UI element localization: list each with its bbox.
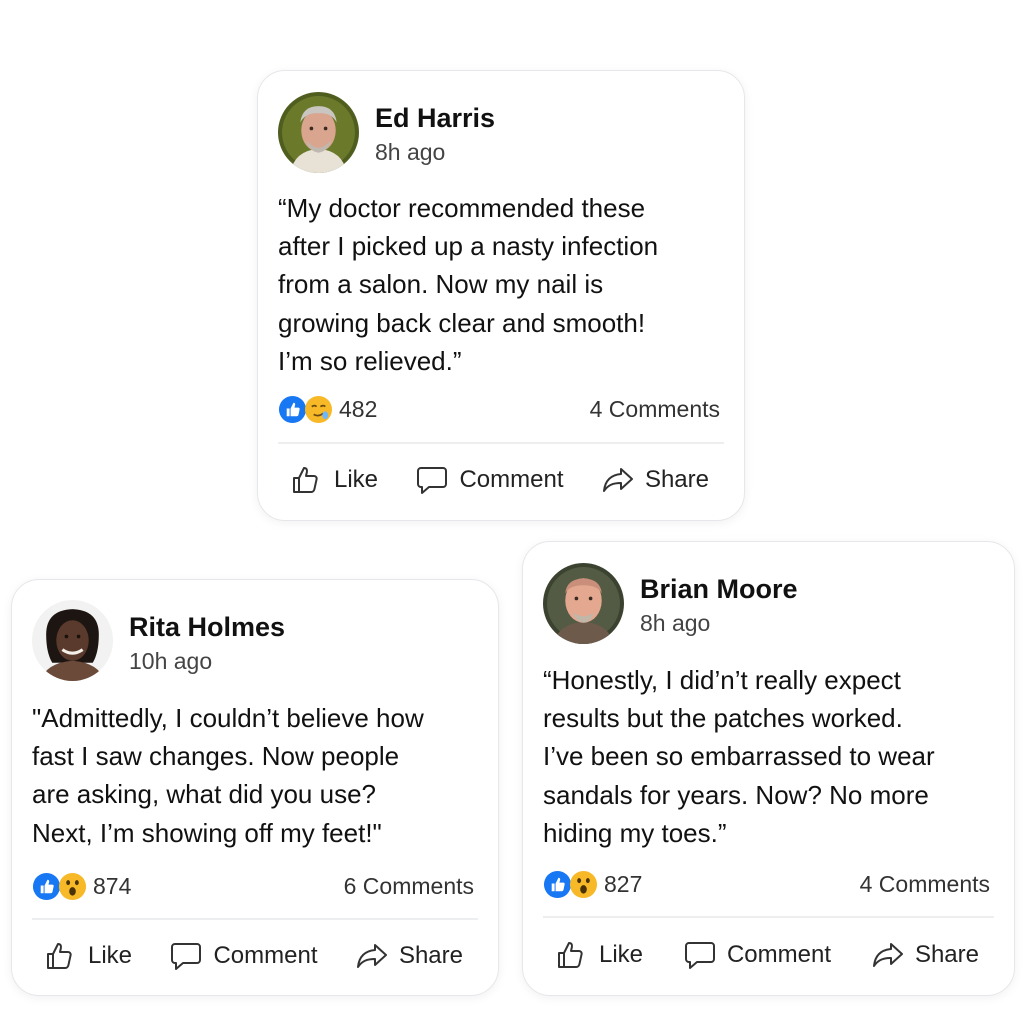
like-icon [278, 395, 307, 424]
comment-bubble-icon [415, 464, 449, 496]
wow-icon [58, 872, 87, 901]
post-card-rita-holmes: Rita Holmes 10h ago "Admittedly, I could… [11, 579, 499, 996]
post-text-line: are asking, what did you use? [32, 779, 376, 810]
comments-count[interactable]: 4 Comments [860, 871, 990, 898]
like-icon [543, 870, 572, 899]
avatar[interactable] [278, 92, 359, 173]
post-text-line: results but the patches worked. [543, 703, 903, 734]
post-text-line: “My doctor recommended these [278, 193, 646, 223]
divider [32, 918, 478, 920]
post-text-line: growing back clear and smooth! [278, 307, 646, 338]
like-button[interactable]: Like [290, 464, 378, 496]
like-label: Like [88, 942, 133, 969]
post-text: “My doctor recommended these after I pic… [278, 189, 658, 380]
post-timestamp: 8h ago [375, 139, 446, 165]
divider [543, 916, 994, 918]
post-text: "Admittedly, I couldn’t believe how fast… [32, 699, 424, 852]
comment-label: Comment [459, 466, 564, 493]
post-card-ed-harris: Ed Harris 8h ago “My doctor recommended … [257, 70, 745, 521]
comment-button[interactable]: Comment [683, 939, 831, 971]
reaction-summary[interactable]: 827 [543, 869, 642, 899]
like-label: Like [599, 941, 644, 968]
share-button[interactable]: Share [871, 939, 979, 971]
like-button[interactable]: Like [44, 940, 132, 972]
share-button[interactable]: Share [355, 940, 463, 972]
post-text-line: after I picked up a nasty infection [278, 231, 659, 262]
reaction-summary[interactable]: 874 [32, 871, 131, 901]
like-button[interactable]: Like [555, 939, 643, 971]
share-arrow-icon [355, 940, 389, 972]
like-icon [32, 872, 61, 901]
relieved-face-icon [304, 395, 333, 424]
action-bar: Like Comment Share [543, 935, 994, 975]
post-text-line: Next, I’m showing off my feet!" [32, 817, 382, 848]
post-text-line: hiding my toes.” [543, 817, 727, 848]
thumbs-up-icon [44, 940, 78, 972]
reaction-summary[interactable]: 482 [278, 394, 377, 424]
thumbs-up-icon [290, 464, 324, 496]
post-timestamp: 10h ago [129, 648, 213, 674]
post-text: “Honestly, I did’n’t really expect resul… [543, 661, 935, 852]
post-text-line: "Admittedly, I couldn’t believe how [32, 703, 424, 733]
thumbs-up-icon [555, 939, 589, 971]
comment-button[interactable]: Comment [415, 464, 564, 496]
post-text-line: “Honestly, I did’n’t really expect [543, 665, 901, 695]
post-text-line: fast I saw changes. Now people [32, 741, 400, 772]
share-label: Share [914, 941, 979, 968]
avatar[interactable] [543, 563, 624, 644]
post-text-line: sandals for years. Now? No more [543, 779, 929, 810]
like-label: Like [334, 466, 379, 493]
post-card-brian-moore: Brian Moore 8h ago “Honestly, I did’n’t … [522, 541, 1015, 996]
comments-count[interactable]: 6 Comments [344, 873, 474, 900]
author-name[interactable]: Ed Harris [375, 103, 495, 134]
share-arrow-icon [601, 464, 635, 496]
share-arrow-icon [871, 939, 905, 971]
reaction-count: 827 [604, 870, 643, 897]
avatar[interactable] [32, 600, 113, 681]
divider [278, 442, 724, 444]
comment-bubble-icon [683, 939, 717, 971]
comment-label: Comment [726, 941, 831, 968]
comments-count[interactable]: 4 Comments [590, 396, 720, 423]
share-button[interactable]: Share [601, 464, 709, 496]
author-name[interactable]: Brian Moore [640, 574, 798, 605]
post-timestamp: 8h ago [640, 610, 711, 636]
wow-icon [569, 870, 598, 899]
author-name[interactable]: Rita Holmes [129, 612, 285, 643]
post-text-line: from a salon. Now my nail is [278, 269, 604, 300]
action-bar: Like Comment Share [278, 460, 724, 500]
share-label: Share [398, 942, 463, 969]
reaction-count: 482 [339, 395, 378, 422]
comment-label: Comment [213, 942, 318, 969]
comment-bubble-icon [169, 940, 203, 972]
post-text-line: I’ve been so embarrassed to wear [543, 741, 935, 772]
comment-button[interactable]: Comment [169, 940, 318, 972]
reaction-count: 874 [93, 872, 132, 899]
post-text-line: I’m so relieved.” [278, 345, 462, 376]
share-label: Share [644, 466, 709, 493]
action-bar: Like Comment Share [32, 936, 478, 976]
